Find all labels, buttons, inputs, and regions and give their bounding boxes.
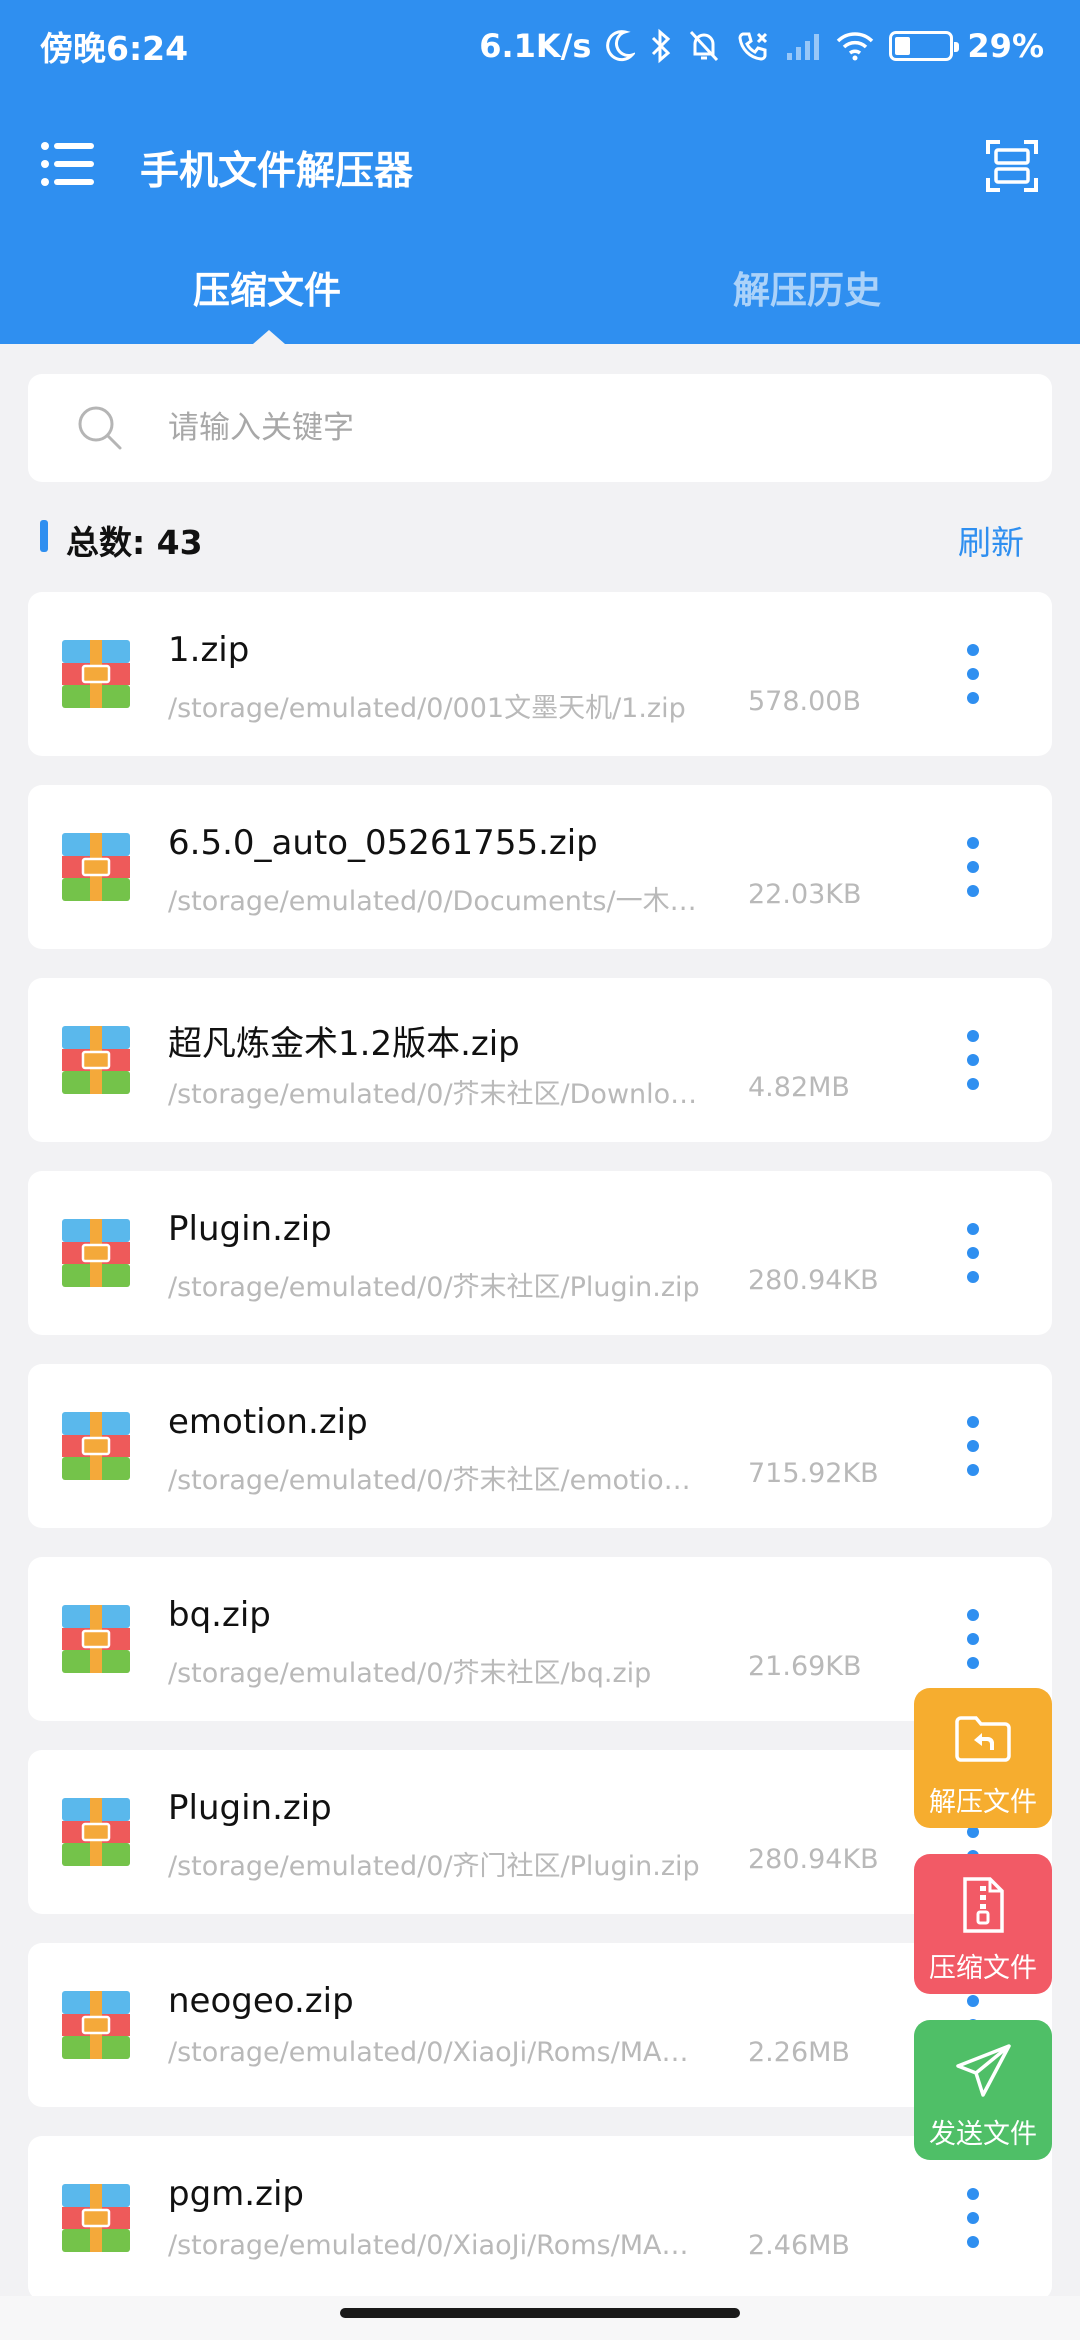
status-bar: 傍晚6:24 6.1K/s 29% xyxy=(0,0,1080,92)
zip-archive-icon xyxy=(62,2184,130,2252)
file-path: /storage/emulated/0/齐门社区/Plugin.zip xyxy=(168,1851,700,1882)
file-path: /storage/emulated/0/芥末社区/bq.zip xyxy=(168,1658,652,1689)
file-name: 超凡炼金术1.2版本.zip xyxy=(168,1024,520,1064)
app-title: 手机文件解压器 xyxy=(140,149,414,194)
file-size: 21.69KB xyxy=(748,1651,862,1682)
file-row[interactable]: 6.5.0_auto_05261755.zip/storage/emulated… xyxy=(28,785,1052,949)
bottom-strip xyxy=(0,2296,1080,2340)
search-icon xyxy=(76,404,124,452)
send-file-button[interactable]: 发送文件 xyxy=(914,2020,1052,2160)
file-path: /storage/emulated/0/XiaoJi/Roms/MA… xyxy=(168,2230,689,2261)
moon-icon xyxy=(605,29,636,63)
more-vertical-icon[interactable] xyxy=(958,644,988,704)
zip-archive-icon xyxy=(62,1991,130,2059)
menu-icon[interactable] xyxy=(40,140,96,188)
file-list: 1.zip/storage/emulated/0/001文墨天机/1.zip 57… xyxy=(28,592,1052,2329)
file-row[interactable]: Plugin.zip/storage/emulated/0/芥末社区/Plugi… xyxy=(28,1171,1052,1335)
file-path: /storage/emulated/0/芥末社区/Plugin.zip xyxy=(168,1272,700,1303)
file-size: 4.82MB xyxy=(748,1072,850,1103)
bell-muted-icon xyxy=(687,28,721,64)
file-path: /storage/emulated/0/芥末社区/Downlo… xyxy=(168,1079,698,1110)
file-row[interactable]: 1.zip/storage/emulated/0/001文墨天机/1.zip 57… xyxy=(28,592,1052,756)
search-input[interactable] xyxy=(168,374,1008,482)
extract-file-label: 解压文件 xyxy=(929,1787,1037,1818)
file-row[interactable]: Plugin.zip/storage/emulated/0/齐门社区/Plugi… xyxy=(28,1750,1052,1914)
app-header: 傍晚6:24 6.1K/s 29% 手机文件解压器 压缩文件 解压历史 xyxy=(0,0,1080,344)
refresh-button[interactable]: 刷新 xyxy=(958,516,1024,564)
zip-archive-icon xyxy=(62,833,130,901)
net-speed: 6.1K/s xyxy=(479,27,592,65)
more-vertical-icon[interactable] xyxy=(958,1030,988,1090)
battery-percent: 29% xyxy=(967,27,1044,65)
file-name: pgm.zip xyxy=(168,2174,304,2214)
file-row[interactable]: bq.zip/storage/emulated/0/芥末社区/bq.zip 21.… xyxy=(28,1557,1052,1721)
more-vertical-icon[interactable] xyxy=(958,837,988,897)
accent-bar xyxy=(40,520,48,552)
file-row[interactable]: emotion.zip/storage/emulated/0/芥末社区/emot… xyxy=(28,1364,1052,1528)
compress-file-label: 压缩文件 xyxy=(929,1953,1037,1984)
file-name: 1.zip xyxy=(168,630,250,670)
summary-bar: 总数: 43 刷新 xyxy=(0,508,1080,564)
file-row[interactable]: 超凡炼金术1.2版本.zip/storage/emulated/0/芥末社区/D… xyxy=(28,978,1052,1142)
more-vertical-icon[interactable] xyxy=(958,2188,988,2248)
send-file-label: 发送文件 xyxy=(929,2119,1037,2150)
file-size: 280.94KB xyxy=(748,1844,879,1875)
toolbar: 手机文件解压器 xyxy=(0,120,1080,212)
file-name: Plugin.zip xyxy=(168,1209,332,1249)
file-path: /storage/emulated/0/Documents/一木… xyxy=(168,886,697,917)
more-vertical-icon[interactable] xyxy=(958,1609,988,1669)
zip-archive-icon xyxy=(62,1798,130,1866)
file-name: emotion.zip xyxy=(168,1402,368,1442)
bluetooth-icon xyxy=(649,28,673,64)
file-path: /storage/emulated/0/XiaoJi/Roms/MA… xyxy=(168,2037,689,2068)
file-size: 715.92KB xyxy=(748,1458,879,1489)
file-path: /storage/emulated/0/芥末社区/emotio… xyxy=(168,1465,691,1496)
wifi-icon xyxy=(835,30,875,62)
search-box[interactable] xyxy=(28,374,1052,482)
home-indicator[interactable] xyxy=(340,2308,740,2318)
tab-compressed-files[interactable]: 压缩文件 xyxy=(193,260,341,314)
status-time: 傍晚6:24 xyxy=(40,29,189,68)
signal-icon xyxy=(785,31,821,61)
tab-bar: 压缩文件 解压历史 xyxy=(0,250,1080,330)
call-icon xyxy=(735,28,771,64)
compress-file-button[interactable]: 压缩文件 xyxy=(914,1854,1052,1994)
more-vertical-icon[interactable] xyxy=(958,1416,988,1476)
file-path: /storage/emulated/0/001文墨天机/1.zip xyxy=(168,693,686,724)
file-size: 2.26MB xyxy=(748,2037,850,2068)
status-icons: 6.1K/s 29% xyxy=(479,22,1044,70)
zip-archive-icon xyxy=(62,1605,130,1673)
more-vertical-icon[interactable] xyxy=(958,1223,988,1283)
file-size: 22.03KB xyxy=(748,879,862,910)
file-row[interactable]: pgm.zip/storage/emulated/0/XiaoJi/Roms/M… xyxy=(28,2136,1052,2300)
file-size: 2.46MB xyxy=(748,2230,850,2261)
file-name: neogeo.zip xyxy=(168,1981,354,2021)
zip-archive-icon xyxy=(62,1219,130,1287)
scan-icon[interactable] xyxy=(984,138,1040,194)
total-count: 总数: 43 xyxy=(66,523,203,562)
file-name: 6.5.0_auto_05261755.zip xyxy=(168,823,598,863)
active-tab-indicator xyxy=(253,330,285,344)
file-size: 578.00B xyxy=(748,686,861,717)
tab-extract-history[interactable]: 解压历史 xyxy=(733,260,881,314)
file-row[interactable]: neogeo.zip/storage/emulated/0/XiaoJi/Rom… xyxy=(28,1943,1052,2107)
zip-archive-icon xyxy=(62,1412,130,1480)
extract-file-button[interactable]: 解压文件 xyxy=(914,1688,1052,1828)
zip-archive-icon xyxy=(62,640,130,708)
file-name: bq.zip xyxy=(168,1595,271,1635)
zip-archive-icon xyxy=(62,1026,130,1094)
battery-icon xyxy=(889,31,960,61)
file-size: 280.94KB xyxy=(748,1265,879,1296)
file-name: Plugin.zip xyxy=(168,1788,332,1828)
